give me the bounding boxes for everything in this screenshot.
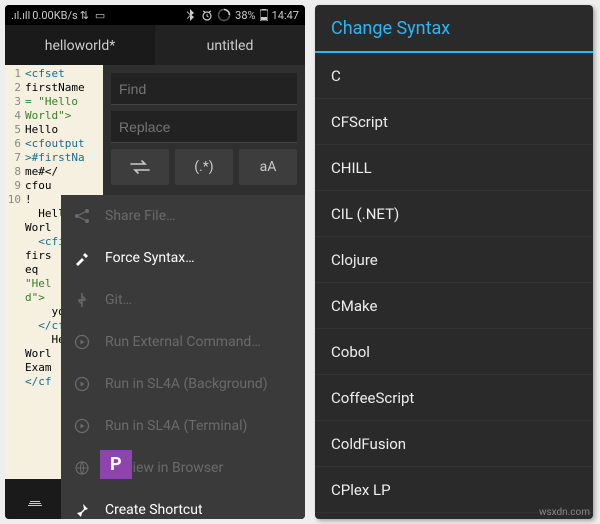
syntax-panel-title: Change Syntax	[315, 5, 593, 53]
swap-button[interactable]	[111, 149, 169, 185]
syntax-item-clojure[interactable]: Clojure	[315, 237, 593, 283]
menu-item-create-shortcut[interactable]: Create Shortcut	[61, 489, 305, 519]
menu-item-run-in-sl-a-background: Run in SL4A (Background)	[61, 363, 305, 405]
find-input[interactable]	[111, 73, 297, 105]
replace-input[interactable]	[111, 111, 297, 143]
editor-screen: .ıl.ıll 0.00KB/s ⇅ ▭ 38% 14:47 helloworl…	[5, 5, 305, 519]
syntax-panel: Change Syntax CCFScriptCHILLCIL (.NET)Cl…	[315, 5, 593, 519]
menu-item-label: Create Shortcut	[105, 502, 203, 518]
play-icon	[73, 417, 91, 435]
menu-item-label: Run in SL4A (Terminal)	[105, 418, 247, 434]
syntax-item-cobol[interactable]: Cobol	[315, 329, 593, 375]
net-speed: 0.00KB/s	[32, 9, 77, 22]
menu-item-force-syntax[interactable]: Force Syntax…	[61, 237, 305, 279]
status-bar: .ıl.ıll 0.00KB/s ⇅ ▭ 38% 14:47	[5, 5, 305, 25]
tab-helloworld[interactable]: helloworld*	[5, 25, 155, 65]
syntax-item-cmake[interactable]: CMake	[315, 283, 593, 329]
menu-item-label: Share File…	[105, 208, 176, 224]
tab-untitled[interactable]: untitled	[155, 25, 305, 65]
syntax-item-coffeescript[interactable]: CoffeeScript	[315, 375, 593, 421]
case-button[interactable]: aA	[239, 149, 297, 185]
menu-item-git: Git…	[61, 279, 305, 321]
pin-icon	[73, 501, 91, 519]
menu-item-run-external-command: Run External Command…	[61, 321, 305, 363]
battery-percent: 38%	[235, 9, 255, 22]
alarm-icon	[201, 9, 213, 21]
syntax-item-c[interactable]: C	[315, 53, 593, 99]
syntax-item-coldfusion[interactable]: ColdFusion	[315, 421, 593, 467]
globe-icon	[73, 459, 91, 477]
syntax-item-chill[interactable]: CHILL	[315, 145, 593, 191]
bluetooth-icon	[187, 9, 197, 21]
play-icon	[73, 333, 91, 351]
context-menu: Share File… Force Syntax… Git… Run External…	[61, 195, 305, 519]
line-gutter: 1 2 3 4 5 6 7 8 9 10	[5, 65, 23, 479]
menu-item-label: Run External Command…	[105, 334, 261, 350]
battery-ring-icon	[217, 8, 231, 22]
git-icon	[73, 291, 91, 309]
share-icon	[73, 207, 91, 225]
sim-icon: ▭	[95, 9, 105, 22]
signal-indicator: .ıl.ıll	[11, 9, 30, 22]
hammer-icon	[73, 249, 91, 267]
purple-banner: P	[100, 450, 132, 479]
menu-item-label: Git…	[105, 292, 132, 308]
download-icon: ⇅	[80, 9, 89, 22]
tab-bar: helloworld* untitled	[5, 25, 305, 65]
menu-item-share-file: Share File…	[61, 195, 305, 237]
menu-item-preview-in-browser: Preview in Browser	[61, 447, 305, 489]
play-icon	[73, 375, 91, 393]
syntax-item-cil-net-[interactable]: CIL (.NET)	[315, 191, 593, 237]
clock-time: 14:47	[272, 9, 299, 22]
regex-button[interactable]: (.*)	[175, 149, 233, 185]
menu-item-label: Force Syntax…	[105, 250, 195, 266]
save-button[interactable]	[23, 487, 47, 511]
syntax-item-cfscript[interactable]: CFScript	[315, 99, 593, 145]
menu-item-label: Run in SL4A (Background)	[105, 376, 268, 392]
battery-icon	[260, 9, 268, 21]
watermark: wsxdn.com	[539, 507, 590, 518]
syntax-list: CCFScriptCHILLCIL (.NET)ClojureCMakeCobo…	[315, 53, 593, 519]
menu-item-run-in-sl-a-terminal: Run in SL4A (Terminal)	[61, 405, 305, 447]
swap-icon	[129, 160, 151, 174]
